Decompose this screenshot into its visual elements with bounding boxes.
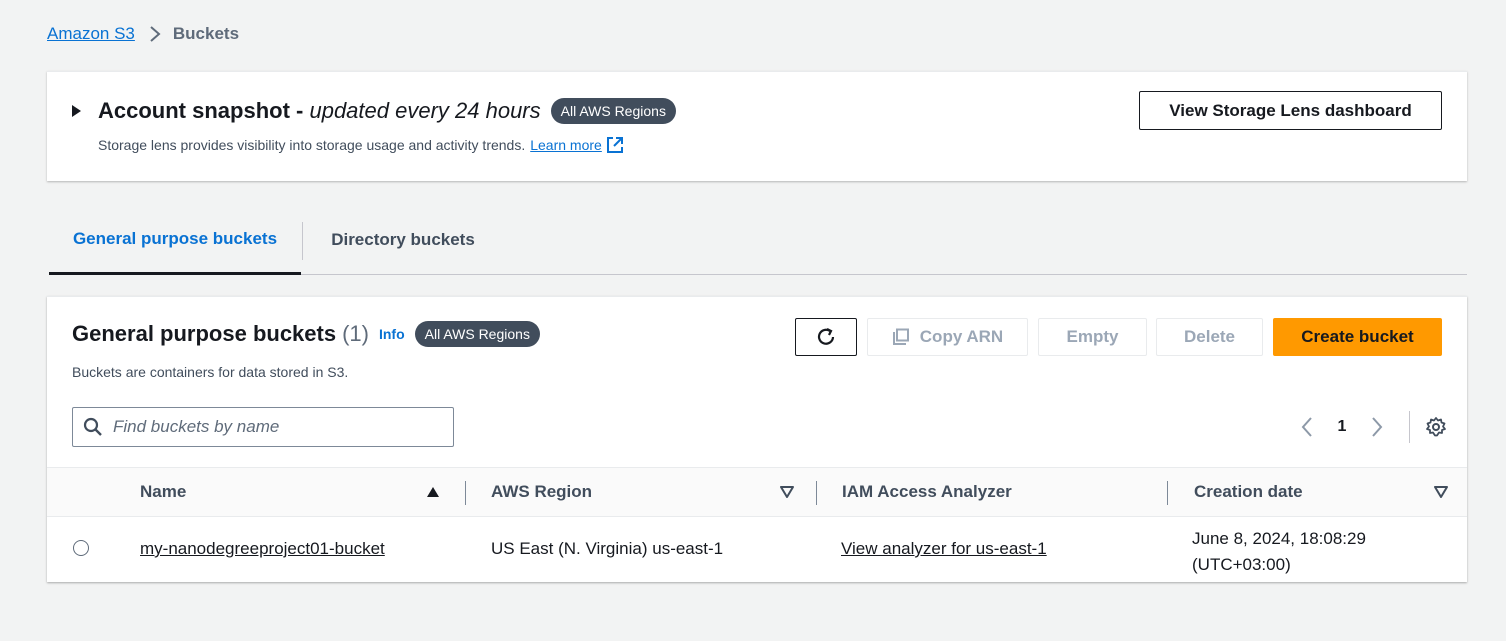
chevron-right-icon [149, 25, 161, 43]
tab-general-purpose-buckets[interactable]: General purpose buckets [49, 206, 301, 275]
external-link-icon[interactable] [606, 136, 624, 154]
column-name-label: Name [140, 482, 187, 501]
next-page-icon[interactable] [1357, 416, 1397, 438]
table-row: my-nanodegreeproject01-bucket US East (N… [47, 517, 1467, 582]
bucket-region: US East (N. Virginia) us-east-1 [491, 539, 724, 558]
snapshot-title-italic: updated every 24 hours [309, 98, 541, 123]
creation-date-line2: (UTC+03:00) [1192, 555, 1291, 574]
breadcrumb: Amazon S3 Buckets [47, 24, 239, 44]
copy-arn-label: Copy ARN [919, 327, 1004, 346]
bucket-creation-date: June 8, 2024, 18:08:29 (UTC+03:00) [1192, 526, 1366, 578]
refresh-icon [815, 326, 837, 348]
view-storage-lens-dashboard-button[interactable]: View Storage Lens dashboard [1139, 91, 1442, 130]
column-date-label: Creation date [1194, 482, 1303, 501]
sort-icon[interactable] [780, 486, 794, 498]
all-regions-badge: All AWS Regions [550, 98, 676, 124]
column-divider [816, 481, 817, 505]
column-header-name[interactable]: Name [140, 468, 450, 516]
copy-icon [892, 328, 910, 346]
account-snapshot-panel: Account snapshot - updated every 24 hour… [47, 71, 1467, 181]
create-bucket-button[interactable]: Create bucket [1273, 318, 1442, 356]
info-link[interactable]: Info [379, 326, 405, 342]
creation-date-line1: June 8, 2024, 18:08:29 [1192, 529, 1366, 548]
search-input[interactable] [113, 417, 433, 437]
panel-title: General purpose buckets [72, 321, 337, 346]
table-header: Name AWS Region IAM Access Analyzer Crea… [47, 467, 1467, 517]
previous-page-icon[interactable] [1287, 416, 1327, 438]
delete-button[interactable]: Delete [1156, 318, 1263, 356]
pagination: 1 [1287, 411, 1448, 443]
view-analyzer-link[interactable]: View analyzer for us-east-1 [841, 539, 1047, 559]
column-header-creation-date[interactable]: Creation date [1194, 468, 1458, 516]
general-purpose-buckets-panel: General purpose buckets (1) Info All AWS… [47, 296, 1467, 582]
panel-header: General purpose buckets (1) Info All AWS… [72, 321, 540, 347]
caret-right-icon[interactable] [72, 105, 81, 117]
empty-button[interactable]: Empty [1038, 318, 1147, 356]
refresh-button[interactable] [795, 318, 857, 356]
breadcrumb-current: Buckets [172, 24, 240, 43]
column-region-label: AWS Region [491, 482, 593, 501]
panel-description: Buckets are containers for data stored i… [72, 364, 349, 380]
column-divider [1167, 481, 1168, 505]
account-snapshot-header[interactable]: Account snapshot - updated every 24 hour… [72, 98, 676, 124]
tab-directory-buckets[interactable]: Directory buckets [303, 206, 503, 274]
current-page-number[interactable]: 1 [1327, 418, 1357, 436]
column-divider [465, 481, 466, 505]
search-icon [83, 417, 103, 437]
column-header-iam: IAM Access Analyzer [842, 468, 1152, 516]
breadcrumb-amazon-s3-link[interactable]: Amazon S3 [47, 24, 135, 44]
row-select-radio[interactable] [73, 540, 89, 556]
snapshot-title-text: Account snapshot - [98, 98, 304, 123]
column-iam-label: IAM Access Analyzer [842, 482, 1012, 501]
bucket-name-link[interactable]: my-nanodegreeproject01-bucket [140, 539, 385, 559]
column-header-region[interactable]: AWS Region [491, 468, 804, 516]
panel-all-regions-badge: All AWS Regions [414, 321, 540, 347]
sort-icon[interactable] [1434, 486, 1448, 498]
snapshot-description-text: Storage lens provides visibility into st… [98, 137, 526, 153]
copy-arn-button[interactable]: Copy ARN [867, 318, 1028, 356]
bucket-search [72, 407, 454, 447]
sort-ascending-icon[interactable] [426, 486, 440, 498]
bucket-type-tabs: General purpose buckets Directory bucket… [49, 206, 1467, 275]
learn-more-link[interactable]: Learn more [530, 137, 602, 153]
account-snapshot-title: Account snapshot - updated every 24 hour… [98, 98, 541, 124]
snapshot-description: Storage lens provides visibility into st… [98, 136, 624, 154]
settings-gear-icon[interactable] [1424, 416, 1448, 438]
pagination-divider [1409, 411, 1410, 443]
bucket-count: (1) [342, 321, 369, 346]
